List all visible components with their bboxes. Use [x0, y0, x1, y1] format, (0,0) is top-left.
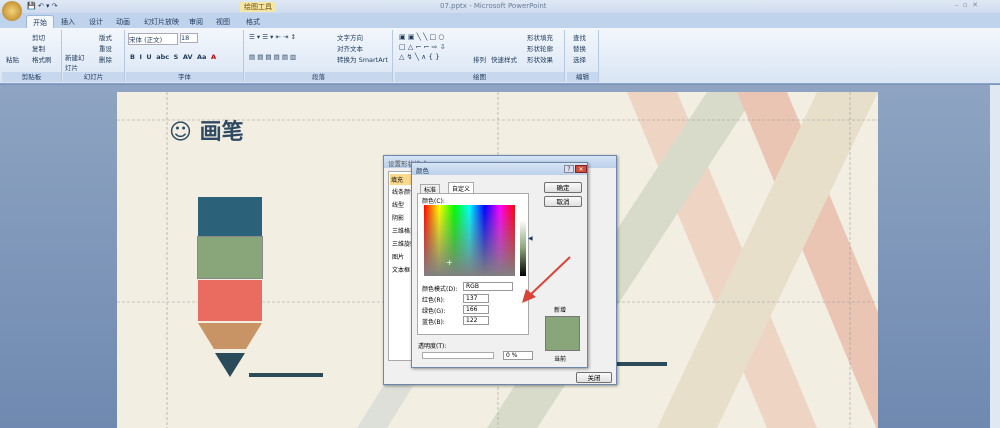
shape-outline-button[interactable]: 形状轮廓	[527, 43, 553, 53]
tab-home[interactable]: 开始	[26, 15, 54, 28]
group-font: 宋体 (正文) 18 B I U abc S AV Aa A 字体	[126, 30, 244, 82]
nav-shadow[interactable]: 阴影	[392, 213, 404, 222]
window-controls[interactable]: – ▫ ✕	[955, 1, 978, 9]
arrange-button[interactable]: 排列	[473, 54, 486, 64]
nav-line-style[interactable]: 线型	[392, 200, 404, 209]
group-drawing: ▣ ▣ ╲ ╲ □ ○ □ △ ⌐ ⌐ ⇨ ⇩ △ ↯ ╲ ∧ { } 排列 快速样…	[395, 30, 565, 82]
pencil-red-block[interactable]	[198, 280, 262, 321]
crosshair-icon: +	[446, 258, 453, 267]
text-direction-button[interactable]: 文字方向	[337, 32, 363, 42]
delete-button[interactable]: 删除	[99, 54, 112, 64]
red-label: 红色(R):	[422, 297, 445, 304]
color-model-label: 颜色模式(D):	[422, 286, 458, 293]
shapes-gallery[interactable]: ▣ ▣ ╲ ╲ □ ○ □ △ ⌐ ⌐ ⇨ ⇩ △ ↯ ╲ ∧ { }	[399, 32, 446, 62]
nav-textbox[interactable]: 文本框	[392, 265, 410, 274]
group-label: 编辑	[567, 72, 598, 82]
new-color-swatch	[545, 316, 580, 351]
font-name-select[interactable]: 宋体 (正文)	[128, 33, 178, 45]
tab-design[interactable]: 设计	[83, 15, 109, 28]
group-label: 剪贴板	[2, 72, 61, 82]
new-color-label: 新增	[554, 307, 567, 314]
group-label: 字体	[126, 72, 243, 82]
group-paragraph: ☰ ▾ ☰ ▾ ⇤ ⇥ ↕ ▤ ▤ ▤ ▤ ▤ ▥ 文字方向 对齐文本 转换为 …	[245, 30, 393, 82]
transparency-input[interactable]: 0 %	[503, 351, 533, 360]
format-painter-button[interactable]: 格式刷	[32, 54, 52, 64]
copy-button[interactable]: 复制	[32, 43, 45, 53]
new-slide-button[interactable]: 新建幻灯片	[65, 52, 87, 72]
group-clipboard: 粘贴 剪切 复制 格式刷 剪贴板	[2, 30, 62, 82]
transparency-slider[interactable]	[422, 352, 494, 359]
close-x-button[interactable]: ✕	[575, 165, 587, 173]
group-label: 幻灯片	[63, 72, 124, 82]
transparency-label: 透明度(T):	[418, 343, 447, 350]
slide-title[interactable]: ☺ 画笔	[169, 114, 244, 146]
reset-button[interactable]: 重设	[99, 43, 112, 53]
tab-review[interactable]: 审阅	[183, 15, 209, 28]
smartart-button[interactable]: 转换为 SmartArt	[337, 54, 388, 64]
group-editing: 查找 替换 选择 编辑	[567, 30, 599, 82]
colors-label: 颜色(C):	[422, 198, 445, 205]
green-label: 绿色(G):	[422, 308, 446, 315]
select-button[interactable]: 选择	[573, 54, 586, 64]
cut-button[interactable]: 剪切	[32, 32, 45, 42]
align-text-button[interactable]: 对齐文本	[337, 43, 363, 53]
green-input[interactable]: 166	[463, 305, 489, 314]
color-model-select[interactable]: RGB	[463, 282, 513, 291]
underline-bar	[249, 373, 323, 377]
current-color-label: 当前	[554, 356, 567, 363]
pencil-eraser-block[interactable]	[198, 197, 262, 237]
annotation-arrow	[522, 256, 571, 303]
help-button[interactable]: ?	[564, 165, 574, 173]
paste-button[interactable]: 粘贴	[6, 54, 19, 64]
cancel-button[interactable]: 取消	[544, 196, 582, 207]
ribbon-tabs: 开始 插入 设计 动画 幻灯片放映 审阅 视图 格式	[0, 13, 1000, 28]
quick-access-toolbar[interactable]: 💾 ↶ ▾ ↷	[27, 2, 87, 11]
title-bar: 💾 ↶ ▾ ↷ 07.pptx - Microsoft PowerPoint 0…	[0, 0, 1000, 21]
group-label: 段落	[245, 72, 392, 82]
shape-fill-button[interactable]: 形状填充	[527, 32, 553, 42]
pencil-tip[interactable]	[198, 323, 262, 378]
tab-insert[interactable]: 插入	[55, 15, 81, 28]
tab-slideshow[interactable]: 幻灯片放映	[138, 15, 185, 28]
pencil-green-block[interactable]	[197, 236, 263, 279]
quick-styles-button[interactable]: 快速样式	[491, 54, 517, 64]
blue-input[interactable]: 122	[463, 316, 489, 325]
luminance-pointer-icon[interactable]: ◀	[528, 235, 533, 242]
color-spectrum[interactable]: +	[424, 205, 515, 276]
red-input[interactable]: 137	[463, 294, 489, 303]
ribbon: 粘贴 剪切 复制 格式刷 剪贴板 新建幻灯片 版式 重设 删除 幻灯片 宋体 (…	[0, 28, 1000, 84]
group-label: 绘图	[395, 72, 564, 82]
layout-button[interactable]: 版式	[99, 32, 112, 42]
list-buttons[interactable]: ☰ ▾ ☰ ▾ ⇤ ⇥ ↕	[249, 33, 296, 41]
font-format-buttons[interactable]: B I U abc S AV Aa A	[130, 53, 216, 61]
window-title: 07.pptx - Microsoft PowerPoint	[440, 2, 547, 10]
tab-format[interactable]: 格式	[240, 15, 266, 28]
replace-button[interactable]: 替换	[573, 43, 586, 53]
find-button[interactable]: 查找	[573, 32, 586, 42]
vertical-scrollbar[interactable]	[990, 85, 1000, 428]
office-button[interactable]	[2, 1, 22, 21]
group-slides: 新建幻灯片 版式 重设 删除 幻灯片	[63, 30, 125, 82]
nav-picture[interactable]: 图片	[392, 252, 404, 261]
font-size-select[interactable]: 18	[180, 33, 198, 43]
close-button[interactable]: 关闭	[576, 372, 612, 383]
align-buttons[interactable]: ▤ ▤ ▤ ▤ ▤ ▥	[249, 53, 296, 61]
dialog-title: 颜色	[412, 163, 587, 175]
shape-effects-button[interactable]: 形状效果	[527, 54, 553, 64]
tab-view[interactable]: 视图	[210, 15, 236, 28]
ok-button[interactable]: 确定	[544, 182, 582, 193]
drawing-tools-label: 绘图工具	[240, 2, 276, 12]
tab-animation[interactable]: 动画	[110, 15, 136, 28]
blue-label: 蓝色(B):	[422, 319, 445, 326]
